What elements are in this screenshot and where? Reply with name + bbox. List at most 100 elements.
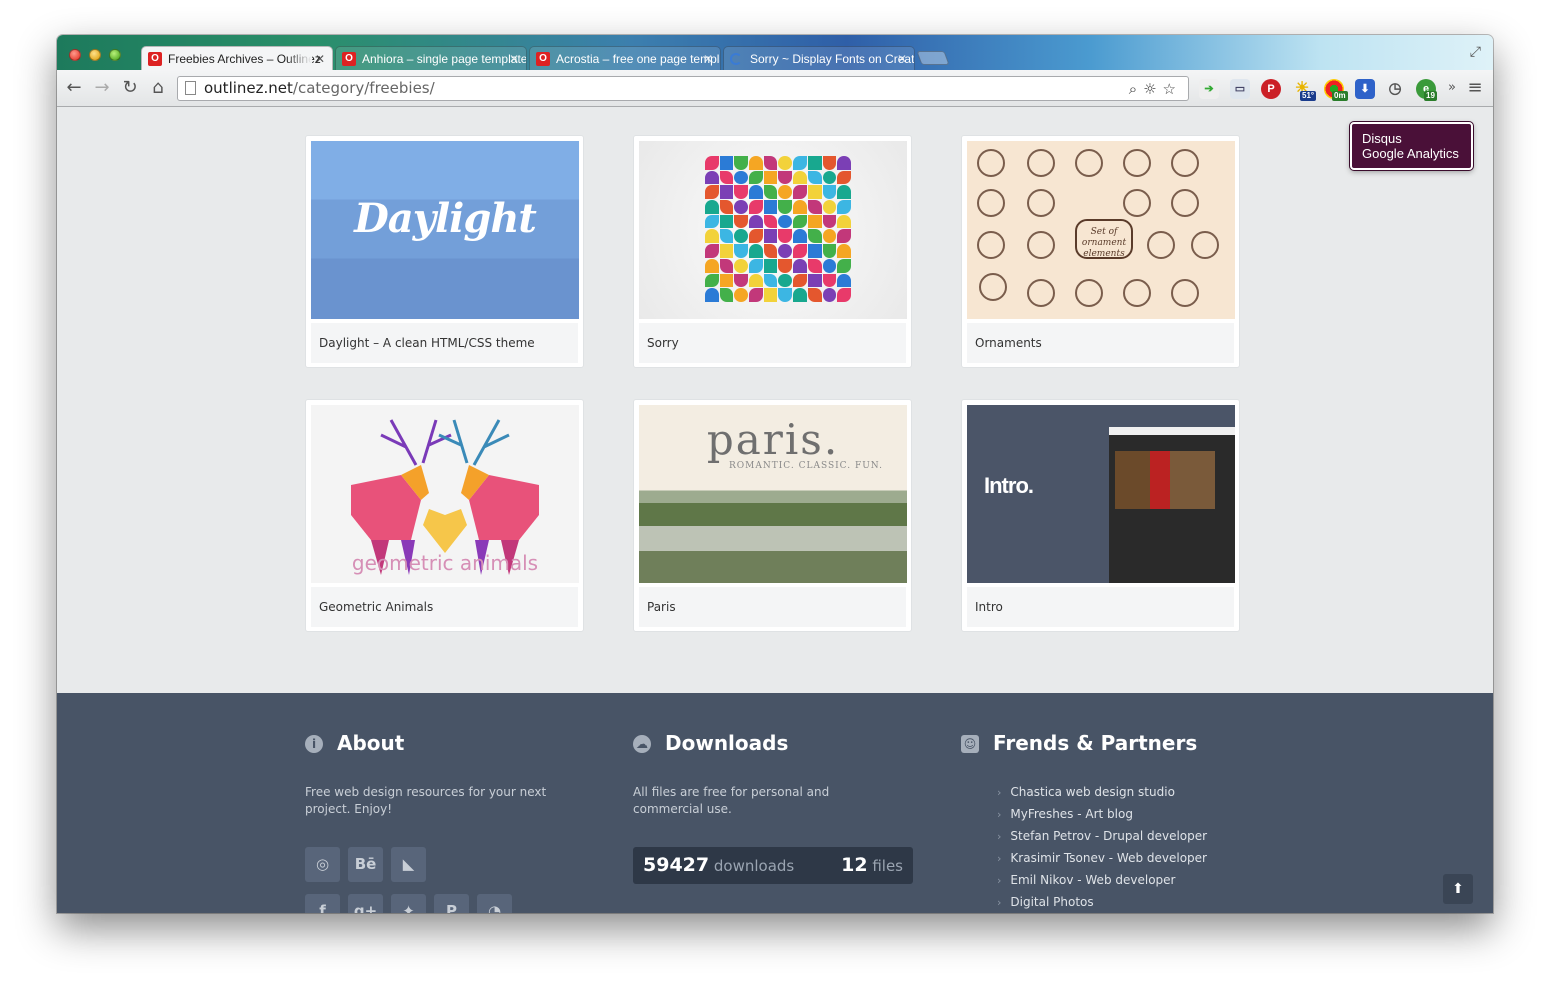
window-icon[interactable]: ▭: [1230, 79, 1250, 99]
address-bar[interactable]: outlinez.net/category/freebies/ ⌕☼☆: [177, 76, 1189, 101]
card-thumbnail[interactable]: [639, 141, 907, 319]
tab-sorry-fonts[interactable]: Sorry ~ Display Fonts on Creative Market…: [723, 46, 915, 70]
card-daylight[interactable]: Daylight Daylight – A clean HTML/CSS the…: [305, 135, 584, 368]
tab-anhiora[interactable]: O Anhiora – single page template ✕: [335, 46, 527, 70]
close-window-button[interactable]: [69, 49, 81, 61]
back-to-top-button[interactable]: ⬆: [1443, 874, 1473, 904]
chevron-right-icon: ›: [997, 830, 1002, 843]
minimize-window-button[interactable]: [89, 49, 101, 61]
mosaic-tile: [763, 156, 778, 170]
pinterest-icon[interactable]: P: [1261, 79, 1281, 99]
file-count: 12: [841, 854, 868, 876]
card-paris[interactable]: paris. ROMANTIC. CLASSIC. FUN. Paris: [633, 399, 912, 632]
partner-link[interactable]: › Digital Photos: [997, 891, 1207, 913]
mosaic-tile: [705, 214, 719, 229]
mosaic-tile: [793, 229, 807, 244]
card-thumbnail[interactable]: geometric animals: [311, 405, 579, 583]
tab-close-icon[interactable]: ✕: [509, 47, 519, 70]
partners-list: › Chastica web design studio › MyFreshes -…: [997, 781, 1207, 913]
feed-icon[interactable]: ➔: [1199, 79, 1219, 99]
card-thumbnail[interactable]: Daylight: [311, 141, 579, 319]
weather-icon[interactable]: ☀ 51°: [1292, 79, 1317, 101]
tab-freebies-archives[interactable]: O Freebies Archives – Outlinez ✕: [141, 46, 333, 70]
outlinez-favicon-icon: O: [148, 52, 162, 66]
card-caption[interactable]: Intro: [967, 587, 1234, 627]
search-icon[interactable]: ⌕: [1129, 80, 1143, 98]
mosaic-tile: [719, 200, 734, 214]
partner-link[interactable]: › Chastica web design studio: [997, 781, 1207, 803]
clock-icon[interactable]: ◷: [1385, 79, 1405, 99]
facebook-icon[interactable]: f: [305, 894, 340, 913]
mosaic-tile: [822, 185, 837, 200]
mosaic-tile: [705, 244, 719, 258]
card-thumbnail[interactable]: Intro.: [967, 405, 1235, 583]
partner-link-label: Stefan Petrov - Drupal developer: [1010, 829, 1208, 843]
tooltip-line-2: Google Analytics: [1362, 146, 1459, 161]
ornament-shape: [1075, 279, 1103, 307]
card-caption[interactable]: Paris: [639, 587, 906, 627]
ornament-shape: [977, 149, 1005, 177]
card-caption[interactable]: Sorry: [639, 323, 906, 363]
mosaic-tile: [749, 170, 763, 185]
zoom-window-button[interactable]: [109, 49, 121, 61]
bulb-icon[interactable]: ☼: [1143, 80, 1162, 98]
card-caption[interactable]: Daylight – A clean HTML/CSS theme: [311, 323, 578, 363]
loading-spinner-icon: [730, 53, 742, 65]
partner-link[interactable]: › Emil Nikov - Web developer: [997, 869, 1207, 891]
mosaic-tile: [778, 244, 793, 258]
twitter-icon[interactable]: ✦: [391, 894, 426, 913]
reload-icon[interactable]: ↻: [119, 77, 141, 99]
site-footer: i About Free web design resources for you…: [57, 693, 1493, 913]
pinterest-icon[interactable]: P: [434, 894, 469, 913]
traffic-icon[interactable]: 0m: [1324, 79, 1348, 101]
deviantart-icon[interactable]: ◣: [391, 847, 426, 882]
mosaic-tile: [837, 170, 851, 185]
arrow-up-icon: ⬆: [1452, 881, 1464, 897]
evernote-icon[interactable]: e 19: [1416, 79, 1437, 101]
bookmark-star-icon[interactable]: ☆: [1163, 80, 1182, 98]
new-tab-button[interactable]: [916, 51, 950, 65]
mosaic-tile: [763, 258, 778, 273]
mosaic-tile: [749, 258, 763, 273]
download-count-label: downloads: [713, 857, 795, 875]
download-icon[interactable]: ⬇: [1355, 79, 1375, 99]
card-ornaments[interactable]: Set of ornament elements Ornaments: [961, 135, 1240, 368]
browser-toolbar: ← → ↻ ⌂ outlinez.net/category/freebies/ …: [57, 70, 1493, 107]
ornament-shape: [977, 231, 1005, 259]
mosaic-tile: [837, 185, 851, 200]
partner-link[interactable]: › MyFreshes - Art blog: [997, 803, 1207, 825]
card-geometric-animals[interactable]: geometric animals Geometric Animals: [305, 399, 584, 632]
mosaic-tile: [778, 258, 793, 273]
forward-icon[interactable]: →: [91, 77, 113, 99]
menu-icon[interactable]: ≡: [1464, 77, 1486, 99]
card-thumbnail[interactable]: Set of ornament elements: [967, 141, 1235, 319]
tab-close-icon[interactable]: ✕: [897, 47, 907, 70]
more-extensions-icon[interactable]: »: [1441, 77, 1463, 99]
card-thumbnail[interactable]: paris. ROMANTIC. CLASSIC. FUN.: [639, 405, 907, 583]
home-icon[interactable]: ⌂: [147, 77, 169, 99]
card-caption[interactable]: Geometric Animals: [311, 587, 578, 627]
outlinez-favicon-icon: O: [342, 52, 356, 66]
card-sorry[interactable]: Sorry: [633, 135, 912, 368]
googleplus-icon[interactable]: g+: [348, 894, 383, 913]
mosaic-tile: [719, 170, 734, 185]
behance-icon[interactable]: Bē: [348, 847, 383, 882]
mosaic-tile: [763, 214, 778, 229]
rss-icon[interactable]: ◔: [477, 894, 512, 913]
tab-close-icon[interactable]: ✕: [703, 47, 713, 70]
mosaic-tile: [749, 244, 763, 258]
mosaic-tile: [705, 288, 719, 302]
mosaic-tile: [705, 170, 719, 185]
partner-link-label: MyFreshes - Art blog: [1010, 807, 1133, 821]
card-intro[interactable]: Intro. Intro: [961, 399, 1240, 632]
mosaic-tile: [793, 185, 807, 200]
ornament-shape: [1171, 149, 1199, 177]
tab-close-icon[interactable]: ✕: [315, 47, 325, 70]
partner-link[interactable]: › Krasimir Tsonev - Web developer: [997, 847, 1207, 869]
back-icon[interactable]: ←: [63, 77, 85, 99]
tab-acrostia[interactable]: O Acrostia – free one page template ✕: [529, 46, 721, 70]
dribbble-icon[interactable]: ◎: [305, 847, 340, 882]
partner-link[interactable]: › Stefan Petrov - Drupal developer: [997, 825, 1207, 847]
card-caption[interactable]: Ornaments: [967, 323, 1234, 363]
fullscreen-icon[interactable]: ⤢: [1470, 44, 1481, 60]
